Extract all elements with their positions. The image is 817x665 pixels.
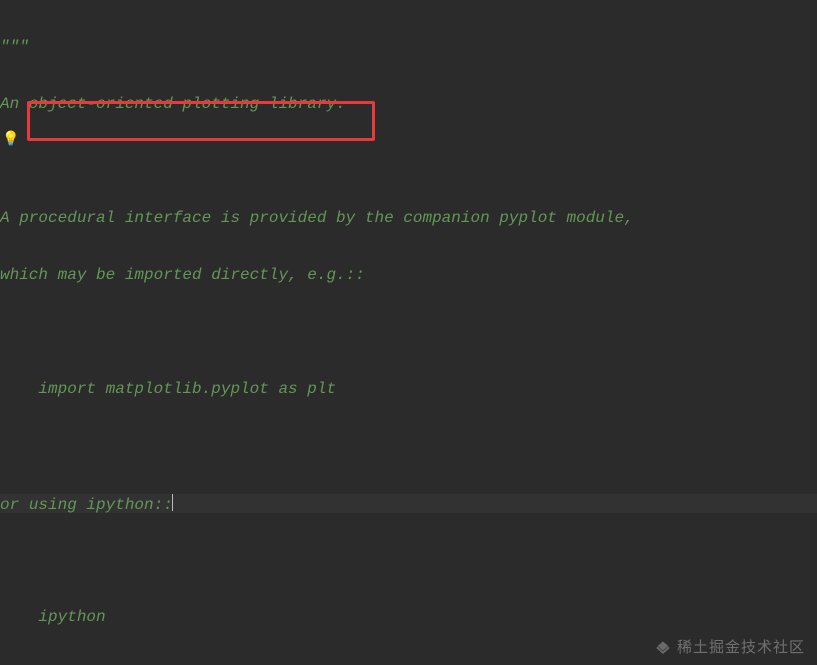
code-line[interactable]: """ — [0, 38, 817, 57]
watermark-text: 稀土掘金技术社区 — [677, 638, 805, 657]
code-line[interactable]: which may be imported directly, e.g.:: — [0, 266, 817, 285]
code-line[interactable] — [0, 551, 817, 570]
code-line[interactable] — [0, 437, 817, 456]
juejin-logo-icon — [655, 640, 671, 656]
code-line[interactable]: A procedural interface is provided by th… — [0, 209, 817, 228]
code-line[interactable] — [0, 323, 817, 342]
code-line[interactable] — [0, 152, 817, 171]
intention-bulb-icon[interactable]: 💡 — [2, 131, 19, 150]
code-editor[interactable]: """ An object-oriented plotting library.… — [0, 0, 817, 665]
code-line-current[interactable]: or using ipython:: — [0, 494, 817, 513]
code-line[interactable]: import matplotlib.pyplot as plt — [0, 380, 817, 399]
watermark: 稀土掘金技术社区 — [655, 638, 805, 657]
code-text: or using ipython:: — [0, 496, 173, 514]
text-caret — [172, 494, 173, 511]
code-line[interactable]: ipython — [0, 608, 817, 627]
code-line[interactable]: An object-oriented plotting library. — [0, 95, 817, 114]
